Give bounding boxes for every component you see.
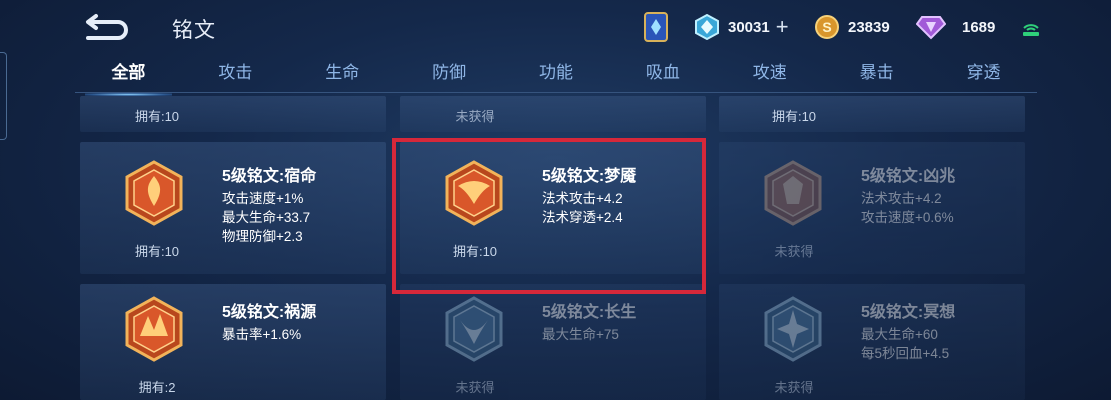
tab-health[interactable]: 生命 bbox=[289, 58, 396, 92]
owned-count: 拥有:10 bbox=[134, 244, 180, 259]
tab-critical[interactable]: 暴击 bbox=[823, 58, 930, 92]
owned-count: 未获得 bbox=[455, 109, 495, 124]
inscription-card[interactable]: 5级铭文:祸源 暴击率+1.6% 拥有:2 bbox=[80, 284, 386, 400]
owned-count: 拥有:10 bbox=[771, 109, 817, 124]
inscription-card-locked[interactable]: 5级铭文:冥想 最大生命+60 每5秒回血+4.5 未获得 bbox=[719, 284, 1025, 400]
selection-highlight-box bbox=[392, 138, 706, 294]
red-inscription-emblem-icon bbox=[764, 160, 822, 226]
tab-defense[interactable]: 防御 bbox=[396, 58, 503, 92]
inscription-card-partial[interactable]: 未获得 bbox=[400, 96, 706, 132]
gold-coin-icon: S bbox=[815, 15, 839, 39]
tab-all[interactable]: 全部 bbox=[75, 58, 182, 96]
add-currency-button[interactable]: + bbox=[776, 16, 789, 38]
red-inscription-emblem-icon bbox=[125, 296, 183, 362]
tab-penetration[interactable]: 穿透 bbox=[930, 58, 1037, 92]
owned-count: 拥有:10 bbox=[134, 109, 180, 124]
diamond-coupon-counter[interactable]: 30031 + bbox=[694, 12, 789, 42]
inscription-stat: 最大生命+60 bbox=[861, 327, 938, 342]
tab-attack-speed[interactable]: 攻速 bbox=[716, 58, 823, 92]
svg-text:S: S bbox=[822, 19, 831, 35]
inscription-name: 5级铭文:冥想 bbox=[861, 304, 956, 321]
gold-coin-value: 23839 bbox=[848, 18, 890, 36]
category-tabs: 全部 攻击 生命 防御 功能 吸血 攻速 暴击 穿透 bbox=[75, 58, 1037, 96]
gem-counter: 1689 bbox=[916, 12, 995, 42]
page-title: 铭文 bbox=[172, 19, 216, 42]
inscription-card-locked[interactable]: 5级铭文:长生 最大生命+75 未获得 bbox=[400, 284, 706, 400]
inscription-stat: 暴击率+1.6% bbox=[222, 327, 302, 342]
red-inscription-emblem-icon bbox=[125, 160, 183, 226]
inscription-card[interactable]: 5级铭文:宿命 攻击速度+1% 最大生命+33.7 物理防御+2.3 拥有:10 bbox=[80, 142, 386, 274]
inscription-name: 5级铭文:祸源 bbox=[222, 304, 317, 321]
owned-count: 未获得 bbox=[455, 380, 495, 395]
blue-inscription-emblem-icon bbox=[764, 296, 822, 362]
inscription-stat: 法术攻击+4.2 bbox=[861, 191, 942, 206]
inscription-name: 5级铭文:宿命 bbox=[222, 168, 317, 185]
inscription-stat: 每5秒回血+4.5 bbox=[861, 346, 950, 361]
diamond-coupon-value: 30031 bbox=[728, 18, 770, 36]
inscription-card-locked[interactable]: 5级铭文:凶兆 法术攻击+4.2 攻击速度+0.6% 未获得 bbox=[719, 142, 1025, 274]
tab-attack[interactable]: 攻击 bbox=[182, 58, 289, 92]
inscription-name: 5级铭文:凶兆 bbox=[861, 168, 956, 185]
gold-coin-counter: S 23839 bbox=[814, 12, 890, 42]
blue-inscription-emblem-icon bbox=[445, 296, 503, 362]
signal-icon bbox=[1020, 16, 1042, 38]
tab-utility[interactable]: 功能 bbox=[503, 58, 610, 92]
purple-gem-icon bbox=[916, 16, 946, 40]
gem-value: 1689 bbox=[962, 18, 996, 36]
owned-count: 拥有:2 bbox=[138, 380, 176, 395]
inscription-stat: 最大生命+75 bbox=[542, 327, 619, 342]
tab-divider bbox=[75, 92, 1037, 93]
inscription-name: 5级铭文:长生 bbox=[542, 304, 637, 321]
inscription-stat: 物理防御+2.3 bbox=[222, 229, 303, 244]
tab-lifesteal[interactable]: 吸血 bbox=[609, 58, 716, 92]
side-drawer-handle[interactable] bbox=[0, 52, 7, 140]
inscription-stat: 攻击速度+0.6% bbox=[861, 210, 954, 225]
owned-count: 未获得 bbox=[774, 244, 814, 259]
inscription-card-partial[interactable]: 拥有:10 bbox=[719, 96, 1025, 132]
diamond-coupon-icon bbox=[695, 14, 719, 40]
back-arrow-icon bbox=[86, 14, 128, 40]
inscription-card-partial[interactable]: 拥有:10 bbox=[80, 96, 386, 132]
back-button[interactable] bbox=[84, 12, 130, 42]
inscription-book-icon[interactable] bbox=[642, 10, 672, 44]
inscription-stat: 攻击速度+1% bbox=[222, 191, 304, 206]
inscription-stat: 最大生命+33.7 bbox=[222, 210, 311, 225]
owned-count: 未获得 bbox=[774, 380, 814, 395]
